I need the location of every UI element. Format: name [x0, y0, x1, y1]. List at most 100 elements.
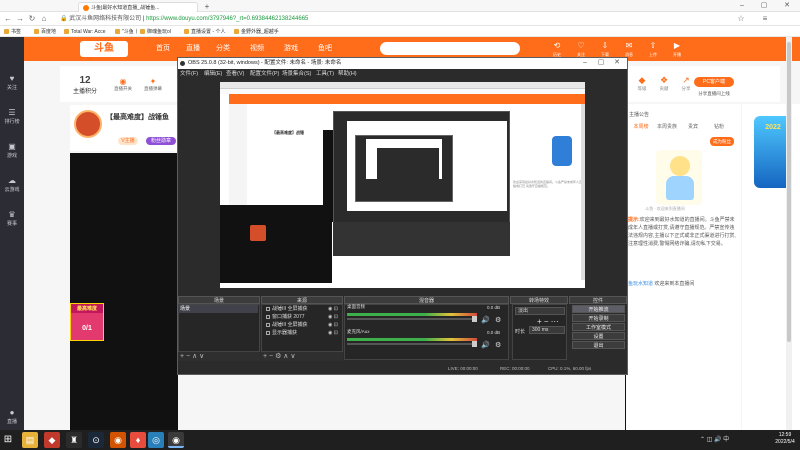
become-fan-button[interactable]: 成为粉丝 [710, 137, 734, 146]
eye-icon: ◉ ⊡ [328, 314, 338, 320]
app-icon[interactable]: ♦ [130, 432, 146, 448]
forward-icon[interactable]: → [15, 13, 25, 24]
menu-edit[interactable]: 编辑(E) [204, 69, 222, 79]
start-recording-button[interactable]: 开始录制 [572, 314, 625, 322]
gear-icon[interactable]: ⚙ [495, 316, 501, 324]
bookmark-item[interactable]: 百度地 [34, 28, 56, 36]
nav-video[interactable]: 视频 [250, 44, 264, 54]
browser-icon[interactable]: ◎ [148, 432, 164, 448]
tab-week-noble[interactable]: 本周贵族 [654, 122, 680, 132]
clock[interactable]: 12:59 2022/5/4 [770, 432, 800, 448]
message-icon[interactable]: ✉ 消息 [620, 40, 638, 58]
sidenav-item-event[interactable]: ♛ 赛事 [0, 206, 24, 232]
menu-help[interactable]: 帮助(H) [338, 69, 357, 79]
obs-close-button[interactable]: ✕ [610, 58, 624, 69]
app-icon[interactable]: ♜ [66, 432, 82, 448]
menu-tools[interactable]: 工具(T) [316, 69, 334, 79]
sidenav-item-follow[interactable]: ♥ 关注 [0, 70, 24, 96]
speaker-icon[interactable]: 🔊 [481, 316, 490, 324]
upload-icon[interactable]: ⇧ 上传 [644, 40, 662, 58]
start-streaming-button[interactable]: 开始推流 [572, 305, 625, 313]
volume-slider[interactable] [472, 316, 477, 322]
maximize-button[interactable]: ▢ [757, 1, 771, 11]
refresh-icon[interactable]: ↻ [27, 13, 37, 24]
menu-profile[interactable]: 配置文件(P) [250, 69, 279, 79]
bookmark-item[interactable]: 御魂鱼玩ol [140, 28, 171, 36]
obs-maximize-button[interactable]: ▢ [594, 58, 608, 69]
menu-icon[interactable]: ≡ [760, 13, 770, 24]
info-item[interactable]: ✦ 直播弹幕 [140, 77, 166, 97]
source-item[interactable]: 窗口捕获 2077 ◉ ⊡ [264, 313, 340, 321]
douyu-logo[interactable]: 斗鱼 [80, 41, 128, 57]
level-icon[interactable]: ◆ 等级 [632, 75, 652, 99]
exit-button[interactable]: 退出 [572, 341, 625, 349]
bookmark-item[interactable]: Total War: Acce [64, 28, 106, 36]
back-icon[interactable]: ← [3, 13, 13, 24]
star-icon[interactable]: ☆ [736, 13, 746, 24]
nav-live[interactable]: 直播 [186, 44, 200, 54]
avatar[interactable] [74, 110, 102, 138]
transition-add-remove[interactable]: + − ⋯ [537, 317, 559, 326]
url-field[interactable]: 🔒 武汉斗鱼网络科技有限公司 | https://www.douyu.com/3… [60, 14, 620, 24]
obs-minimize-button[interactable]: – [578, 58, 592, 69]
obs-taskbar-icon[interactable]: ◉ [168, 432, 184, 448]
nav-game[interactable]: 游戏 [284, 44, 298, 54]
windows-start-icon[interactable]: ⊞ [2, 434, 14, 446]
sidenav-item-rank[interactable]: ☰ 排行榜 [0, 104, 24, 130]
bookmark-item[interactable]: 金野外器_超越手 [234, 28, 279, 36]
sidenav-item-game[interactable]: ▣ 游戏 [0, 138, 24, 164]
page-scroll-thumb[interactable] [787, 42, 791, 342]
sidenav-item-cloud[interactable]: ☁ 云游戏 [0, 172, 24, 198]
anchor-notice-tab[interactable]: 主播公告 [626, 110, 741, 120]
promo-card[interactable]: 最高难度 0/1 [70, 303, 104, 341]
contribution-icon[interactable]: ❖ 贡献 [654, 75, 674, 99]
menu-scene-collection[interactable]: 场景集合(S) [282, 69, 311, 79]
bookmark-item[interactable]: "斗鱼丨 [115, 28, 139, 36]
app-icon[interactable]: ◆ [44, 432, 60, 448]
share-icon[interactable]: ↗ 分享 [676, 75, 696, 99]
sidenav-item-live[interactable]: ● 直播 [0, 404, 24, 430]
fan-badge[interactable]: 粉丝勋章 [146, 137, 176, 145]
duration-input[interactable]: 300 ms [529, 326, 565, 334]
new-tab-button[interactable]: + [202, 2, 212, 11]
steam-icon[interactable]: ⊙ [88, 432, 104, 448]
download-icon[interactable]: ⇩ 下载 [596, 40, 614, 58]
transition-select[interactable]: 淡出 [515, 307, 565, 315]
system-tray[interactable]: ⌃ ◫ 🔊 中 [700, 433, 770, 447]
follow-icon[interactable]: ♡ 关注 [572, 40, 590, 58]
nav-home[interactable]: 首页 [156, 44, 170, 54]
info-item[interactable]: ◉ 直播开关 [110, 77, 136, 97]
speaker-icon[interactable]: 🔊 [481, 341, 490, 349]
scene-item[interactable]: 场景 [178, 305, 258, 313]
bookmark-item[interactable]: 直播设置 - 个人 [184, 28, 225, 36]
menu-file[interactable]: 文件(F) [180, 69, 198, 79]
source-item[interactable]: 战锤III 全屏捕获 ◉ ⊡ [264, 321, 340, 329]
source-item[interactable]: 显示器捕获 ◉ ⊡ [264, 329, 340, 337]
menu-view[interactable]: 查看(V) [226, 69, 244, 79]
tab-week-rank[interactable]: 本周榜 [628, 122, 654, 132]
volume-slider[interactable] [472, 341, 477, 347]
settings-button[interactable]: 设置 [572, 332, 625, 340]
tab-diamond[interactable]: 钻粉 [706, 122, 732, 132]
gift-link[interactable]: 分享直播间上线 [694, 90, 734, 98]
nav-fishbar[interactable]: 鱼吧 [318, 44, 332, 54]
file-explorer-icon[interactable]: ▤ [22, 432, 38, 448]
minimize-button[interactable]: – [735, 1, 749, 11]
home-icon[interactable]: ⌂ [39, 13, 49, 24]
pc-client-button[interactable]: PC客户端 [694, 77, 734, 87]
search-input[interactable] [380, 42, 520, 55]
studio-mode-button[interactable]: 工作室模式 [572, 323, 625, 331]
video-player[interactable] [70, 153, 178, 430]
tab-vip[interactable]: 贵宾 [680, 122, 706, 132]
sources-toolbar[interactable]: + − ⚙ ∧ ∨ [261, 352, 343, 361]
bookmark-item[interactable]: 书签 [4, 28, 21, 36]
gear-icon[interactable]: ⚙ [495, 341, 501, 349]
app-icon[interactable]: ◉ [110, 432, 126, 448]
scenes-toolbar[interactable]: + − ∧ ∨ [178, 352, 260, 361]
close-button[interactable]: ✕ [780, 1, 794, 11]
browser-tab[interactable]: 斗鱼|最好水知道直播_战锤鱼... [78, 2, 198, 12]
history-icon[interactable]: ⟲ 历史 [548, 40, 566, 58]
source-item[interactable]: 战锤III 全屏捕获 ◉ ⊡ [264, 305, 340, 313]
start-live-icon[interactable]: ▶ 开播 [668, 40, 686, 58]
nav-category[interactable]: 分类 [216, 44, 230, 54]
